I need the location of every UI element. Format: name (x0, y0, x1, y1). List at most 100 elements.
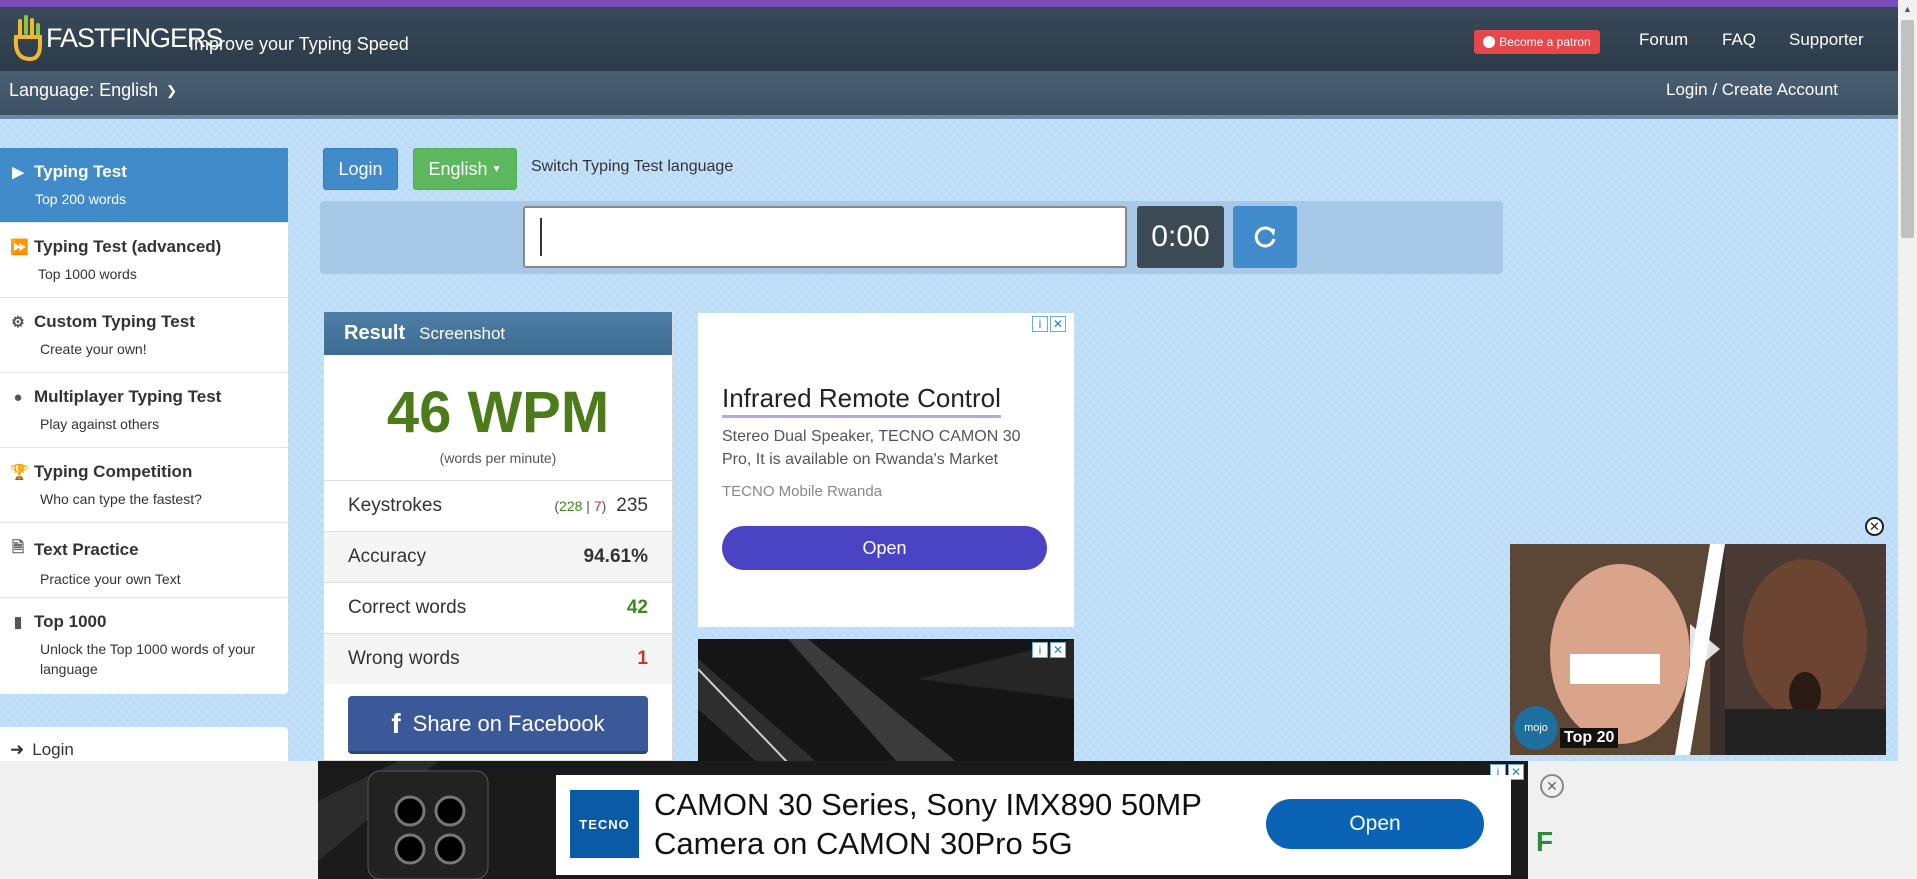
video-player[interactable]: mojo Top 20 (1510, 544, 1886, 755)
language-label: Language: English (9, 80, 159, 100)
correct-words-value: 42 (626, 597, 648, 618)
login-button[interactable]: Login (323, 148, 398, 190)
wrong-words-value: 1 (637, 648, 648, 669)
sidebar-item-custom-typing-test[interactable]: ⚙ Custom Typing Test Create your own! (0, 298, 288, 373)
bottom-ad-close-button[interactable]: ✕ (1540, 774, 1564, 798)
text-caret (540, 218, 542, 256)
sidebar-item-typing-competition[interactable]: 🏆 Typing Competition Who can type the fas… (0, 448, 288, 523)
feedback-f-icon[interactable]: F (1536, 826, 1553, 858)
become-patron-button[interactable]: Become a patron (1474, 30, 1600, 54)
sidebar-item-sub: Unlock the Top 1000 words of your langua… (40, 641, 256, 677)
keystrokes-total: 235 (616, 495, 648, 516)
ad-choices[interactable]: i ✕ (1032, 641, 1068, 659)
sidebar-item-typing-test-advanced[interactable]: ⏩ Typing Test (advanced) Top 1000 words (0, 223, 288, 298)
ad-close-icon[interactable]: ✕ (1050, 642, 1066, 658)
sign-in-icon: ➜ (10, 740, 25, 759)
result-title: Result (344, 322, 406, 344)
ad-abstract-image (698, 639, 1074, 763)
play-icon: ▶ (12, 164, 24, 181)
patron-label: Become a patron (1499, 35, 1591, 49)
caret-down-icon: ▼ (491, 163, 502, 175)
ad-source: TECNO Mobile Rwanda (722, 483, 883, 500)
ad-infrared-remote[interactable]: i ✕ Infrared Remote Control Stereo Dual S… (698, 313, 1074, 627)
accuracy-row: Accuracy 94.61% (324, 531, 672, 582)
top-accent-bar (0, 0, 1898, 7)
ad-open-button[interactable]: Open (722, 526, 1047, 570)
gears-icon: ⚙ (11, 314, 25, 331)
sidebar-item-text-practice[interactable]: 🗎 Text Practice Practice your own Text (0, 523, 288, 598)
bottom-ad-open-button[interactable]: Open (1266, 799, 1484, 849)
trophy-icon: 🏆 (10, 464, 29, 481)
sidebar-item-sub: Top 200 words (35, 191, 127, 207)
nav-supporter[interactable]: Supporter (1789, 30, 1864, 50)
sidebar-item-multiplayer[interactable]: ● Multiplayer Typing Test Play against ot… (0, 373, 288, 448)
ad-info-icon[interactable]: i (1032, 642, 1048, 658)
sidebar-login-label: Login (32, 740, 74, 759)
correct-words-label: Correct words (348, 597, 467, 618)
ad-info-icon[interactable]: i (1032, 316, 1048, 332)
login-create-account-link[interactable]: Login / Create Account (1666, 80, 1838, 100)
wrong-words-label: Wrong words (348, 648, 460, 669)
wrong-words-row: Wrong words 1 (324, 633, 672, 684)
sidebar-item-title: Top 1000 (34, 612, 107, 631)
keystrokes-wrong: 7 (593, 498, 602, 514)
sidebar-item-sub: Play against others (40, 416, 160, 432)
language-select[interactable]: Language: English ❯ (9, 80, 177, 101)
sub-header (0, 71, 1898, 119)
mojo-badge: mojo (1514, 706, 1558, 750)
patreon-icon (1483, 36, 1496, 48)
sidebar-item-title: Typing Test (34, 162, 127, 181)
sidebar-item-title: Typing Test (advanced) (34, 237, 222, 256)
ad-dark-banner[interactable]: i ✕ (698, 639, 1074, 763)
site-tagline: Improve your Typing Speed (189, 34, 409, 54)
sidebar-item-sub: Top 1000 words (38, 266, 137, 282)
ad-description: Stereo Dual Speaker, TECNO CAMON 30 Pro,… (722, 428, 1021, 468)
ad-close-icon[interactable]: ✕ (1050, 316, 1066, 332)
sidebar-item-sub: Create your own! (40, 341, 147, 357)
top20-badge: Top 20 (1560, 728, 1619, 748)
sidebar-item-title: Multiplayer Typing Test (34, 387, 222, 406)
share-facebook-label: Share on Facebook (412, 710, 605, 736)
sidebar-item-sub: Practice your own Text (40, 571, 181, 587)
switch-language-label: Switch Typing Test language (531, 158, 734, 175)
facebook-icon: f (391, 707, 401, 739)
language-button-label: English (428, 158, 488, 179)
signal-icon: ▮ (13, 614, 23, 631)
accuracy-value: 94.61% (583, 546, 648, 567)
bottom-ad-card[interactable]: TECNO CAMON 30 Series, Sony IMX890 50MP … (556, 775, 1511, 875)
timer-display: 0:00 (1137, 206, 1224, 268)
wpm-value: 46 WPM (386, 380, 610, 445)
scroll-up-arrow-icon[interactable]: ▲ (1898, 0, 1917, 17)
keystrokes-label: Keystrokes (348, 495, 442, 516)
ad-title[interactable]: Infrared Remote Control (722, 383, 1001, 418)
hand-logo-icon (13, 15, 42, 61)
sidebar-item-typing-test[interactable]: ▶ Typing Test Top 200 words (0, 148, 288, 223)
nav-forum[interactable]: Forum (1639, 30, 1688, 50)
video-close-button[interactable]: ✕ (1865, 517, 1884, 536)
correct-words-row: Correct words 42 (324, 582, 672, 633)
chevron-down-icon: ❯ (166, 82, 178, 98)
sidebar-item-title: Text Practice (34, 539, 139, 559)
share-facebook-button[interactable]: f Share on Facebook (348, 696, 648, 754)
result-box: Result Screenshot 46 WPM (words per minu… (323, 311, 673, 761)
nav-faq[interactable]: FAQ (1722, 30, 1756, 50)
sidebar-item-title: Custom Typing Test (34, 312, 195, 331)
bottom-ad-text: CAMON 30 Series, Sony IMX890 50MP Camera… (654, 787, 1202, 861)
wpm-subtitle: (words per minute) (439, 450, 557, 466)
language-dropdown-button[interactable]: English ▼ (413, 148, 517, 190)
fast-forward-icon: ⏩ (10, 239, 29, 256)
keystrokes-correct: 228 (559, 498, 583, 514)
sidebar-menu: ▶ Typing Test Top 200 words ⏩ Typing Test … (0, 148, 288, 694)
scrollbar-thumb[interactable] (1901, 20, 1914, 238)
sidebar-item-top-1000[interactable]: ▮ Top 1000 Unlock the Top 1000 words of y… (0, 598, 288, 694)
tecno-logo: TECNO (570, 790, 639, 858)
screenshot-link[interactable]: Screenshot (419, 324, 505, 344)
ad-choices[interactable]: i ✕ (1032, 315, 1068, 333)
sidebar-item-title: Typing Competition (34, 462, 193, 481)
refresh-icon (1254, 226, 1276, 248)
typing-input[interactable] (523, 206, 1127, 268)
video-thumbnail (1510, 544, 1886, 755)
users-icon: ● (13, 388, 23, 406)
sidebar-item-sub: Who can type the fastest? (40, 491, 202, 507)
reload-button[interactable] (1233, 206, 1297, 268)
